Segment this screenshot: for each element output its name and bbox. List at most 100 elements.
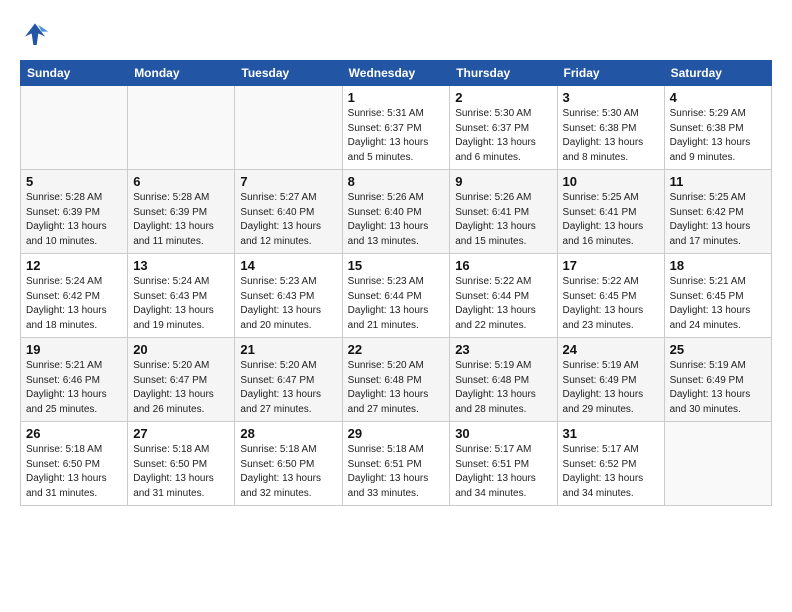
day-cell: 18 Sunrise: 5:21 AMSunset: 6:45 PMDayligh… — [664, 254, 771, 338]
day-number: 25 — [670, 342, 766, 357]
day-cell: 4Sunrise: 5:29 AMSunset: 6:38 PMDaylight… — [664, 86, 771, 170]
day-cell: 15 Sunrise: 5:23 AMSunset: 6:44 PMDayligh… — [342, 254, 450, 338]
day-number: 20 — [133, 342, 229, 357]
day-info: Sunrise: 5:25 AMSunset: 6:41 PMDaylight:… — [563, 191, 659, 249]
day-info: Sunrise: 5:30 AMSunset: 6:38 PMDaylight:… — [563, 107, 659, 165]
page-header — [20, 20, 772, 50]
day-cell: 13 Sunrise: 5:24 AMSunset: 6:43 PMDayligh… — [128, 254, 235, 338]
day-cell: 19 Sunrise: 5:21 AMSunset: 6:46 PMDayligh… — [21, 338, 128, 422]
day-info: Sunrise: 5:20 AMSunset: 6:48 PMDaylight:… — [348, 359, 445, 417]
day-info: Sunrise: 5:22 AMSunset: 6:45 PMDaylight:… — [563, 275, 659, 333]
day-cell: 5 Sunrise: 5:28 AMSunset: 6:39 PMDaylight… — [21, 170, 128, 254]
header-row: SundayMondayTuesdayWednesdayThursdayFrid… — [21, 61, 772, 86]
day-number: 5 — [26, 174, 122, 189]
day-number: 4 — [670, 90, 766, 105]
day-info: Sunrise: 5:24 AMSunset: 6:42 PMDaylight:… — [26, 275, 122, 333]
day-info: Sunrise: 5:30 AMSunset: 6:37 PMDaylight:… — [455, 107, 551, 165]
day-number: 18 — [670, 258, 766, 273]
day-cell — [21, 86, 128, 170]
col-header-wednesday: Wednesday — [342, 61, 450, 86]
day-cell: 12 Sunrise: 5:24 AMSunset: 6:42 PMDayligh… — [21, 254, 128, 338]
day-number: 1 — [348, 90, 445, 105]
day-cell: 14 Sunrise: 5:23 AMSunset: 6:43 PMDayligh… — [235, 254, 342, 338]
day-cell: 23 Sunrise: 5:19 AMSunset: 6:48 PMDayligh… — [450, 338, 557, 422]
day-number: 23 — [455, 342, 551, 357]
col-header-monday: Monday — [128, 61, 235, 86]
day-cell: 17 Sunrise: 5:22 AMSunset: 6:45 PMDayligh… — [557, 254, 664, 338]
day-cell: 26 Sunrise: 5:18 AMSunset: 6:50 PMDayligh… — [21, 422, 128, 506]
col-header-thursday: Thursday — [450, 61, 557, 86]
day-info: Sunrise: 5:22 AMSunset: 6:44 PMDaylight:… — [455, 275, 551, 333]
day-info: Sunrise: 5:23 AMSunset: 6:43 PMDaylight:… — [240, 275, 336, 333]
col-header-sunday: Sunday — [21, 61, 128, 86]
day-number: 15 — [348, 258, 445, 273]
day-number: 2 — [455, 90, 551, 105]
day-number: 3 — [563, 90, 659, 105]
day-info: Sunrise: 5:28 AMSunset: 6:39 PMDaylight:… — [26, 191, 122, 249]
day-number: 30 — [455, 426, 551, 441]
day-info: Sunrise: 5:19 AMSunset: 6:49 PMDaylight:… — [670, 359, 766, 417]
day-number: 12 — [26, 258, 122, 273]
day-number: 16 — [455, 258, 551, 273]
day-info: Sunrise: 5:21 AMSunset: 6:46 PMDaylight:… — [26, 359, 122, 417]
day-info: Sunrise: 5:24 AMSunset: 6:43 PMDaylight:… — [133, 275, 229, 333]
day-cell — [235, 86, 342, 170]
day-number: 24 — [563, 342, 659, 357]
day-cell: 25 Sunrise: 5:19 AMSunset: 6:49 PMDayligh… — [664, 338, 771, 422]
day-info: Sunrise: 5:23 AMSunset: 6:44 PMDaylight:… — [348, 275, 445, 333]
week-row-2: 5 Sunrise: 5:28 AMSunset: 6:39 PMDaylight… — [21, 170, 772, 254]
logo-icon — [20, 20, 50, 50]
day-info: Sunrise: 5:18 AMSunset: 6:50 PMDaylight:… — [240, 443, 336, 501]
day-cell: 1Sunrise: 5:31 AMSunset: 6:37 PMDaylight… — [342, 86, 450, 170]
day-info: Sunrise: 5:27 AMSunset: 6:40 PMDaylight:… — [240, 191, 336, 249]
day-cell: 20 Sunrise: 5:20 AMSunset: 6:47 PMDayligh… — [128, 338, 235, 422]
day-cell: 30Sunrise: 5:17 AMSunset: 6:51 PMDayligh… — [450, 422, 557, 506]
day-info: Sunrise: 5:21 AMSunset: 6:45 PMDaylight:… — [670, 275, 766, 333]
day-info: Sunrise: 5:19 AMSunset: 6:48 PMDaylight:… — [455, 359, 551, 417]
day-number: 8 — [348, 174, 445, 189]
day-number: 22 — [348, 342, 445, 357]
week-row-5: 26 Sunrise: 5:18 AMSunset: 6:50 PMDayligh… — [21, 422, 772, 506]
day-cell: 2 Sunrise: 5:30 AMSunset: 6:37 PMDaylight… — [450, 86, 557, 170]
week-row-1: 1Sunrise: 5:31 AMSunset: 6:37 PMDaylight… — [21, 86, 772, 170]
calendar-table: SundayMondayTuesdayWednesdayThursdayFrid… — [20, 60, 772, 506]
day-cell: 27Sunrise: 5:18 AMSunset: 6:50 PMDayligh… — [128, 422, 235, 506]
day-number: 10 — [563, 174, 659, 189]
day-number: 29 — [348, 426, 445, 441]
day-info: Sunrise: 5:18 AMSunset: 6:51 PMDaylight:… — [348, 443, 445, 501]
day-cell: 6 Sunrise: 5:28 AMSunset: 6:39 PMDaylight… — [128, 170, 235, 254]
day-number: 9 — [455, 174, 551, 189]
day-cell: 22 Sunrise: 5:20 AMSunset: 6:48 PMDayligh… — [342, 338, 450, 422]
day-info: Sunrise: 5:28 AMSunset: 6:39 PMDaylight:… — [133, 191, 229, 249]
day-number: 13 — [133, 258, 229, 273]
day-number: 17 — [563, 258, 659, 273]
day-info: Sunrise: 5:19 AMSunset: 6:49 PMDaylight:… — [563, 359, 659, 417]
day-cell: 9 Sunrise: 5:26 AMSunset: 6:41 PMDaylight… — [450, 170, 557, 254]
day-number: 6 — [133, 174, 229, 189]
day-cell — [664, 422, 771, 506]
day-cell: 21Sunrise: 5:20 AMSunset: 6:47 PMDayligh… — [235, 338, 342, 422]
day-number: 21 — [240, 342, 336, 357]
day-cell: 28Sunrise: 5:18 AMSunset: 6:50 PMDayligh… — [235, 422, 342, 506]
day-info: Sunrise: 5:18 AMSunset: 6:50 PMDaylight:… — [26, 443, 122, 501]
day-info: Sunrise: 5:20 AMSunset: 6:47 PMDaylight:… — [133, 359, 229, 417]
day-cell — [128, 86, 235, 170]
day-cell: 3 Sunrise: 5:30 AMSunset: 6:38 PMDaylight… — [557, 86, 664, 170]
day-info: Sunrise: 5:17 AMSunset: 6:52 PMDaylight:… — [563, 443, 659, 501]
day-cell: 31Sunrise: 5:17 AMSunset: 6:52 PMDayligh… — [557, 422, 664, 506]
day-cell: 16 Sunrise: 5:22 AMSunset: 6:44 PMDayligh… — [450, 254, 557, 338]
col-header-saturday: Saturday — [664, 61, 771, 86]
day-cell: 24 Sunrise: 5:19 AMSunset: 6:49 PMDayligh… — [557, 338, 664, 422]
day-cell: 10 Sunrise: 5:25 AMSunset: 6:41 PMDayligh… — [557, 170, 664, 254]
day-number: 11 — [670, 174, 766, 189]
logo — [20, 20, 54, 50]
day-cell: 29 Sunrise: 5:18 AMSunset: 6:51 PMDayligh… — [342, 422, 450, 506]
day-number: 19 — [26, 342, 122, 357]
week-row-4: 19 Sunrise: 5:21 AMSunset: 6:46 PMDayligh… — [21, 338, 772, 422]
day-cell: 7Sunrise: 5:27 AMSunset: 6:40 PMDaylight… — [235, 170, 342, 254]
day-number: 26 — [26, 426, 122, 441]
day-info: Sunrise: 5:26 AMSunset: 6:41 PMDaylight:… — [455, 191, 551, 249]
day-info: Sunrise: 5:18 AMSunset: 6:50 PMDaylight:… — [133, 443, 229, 501]
day-cell: 11Sunrise: 5:25 AMSunset: 6:42 PMDayligh… — [664, 170, 771, 254]
day-number: 14 — [240, 258, 336, 273]
